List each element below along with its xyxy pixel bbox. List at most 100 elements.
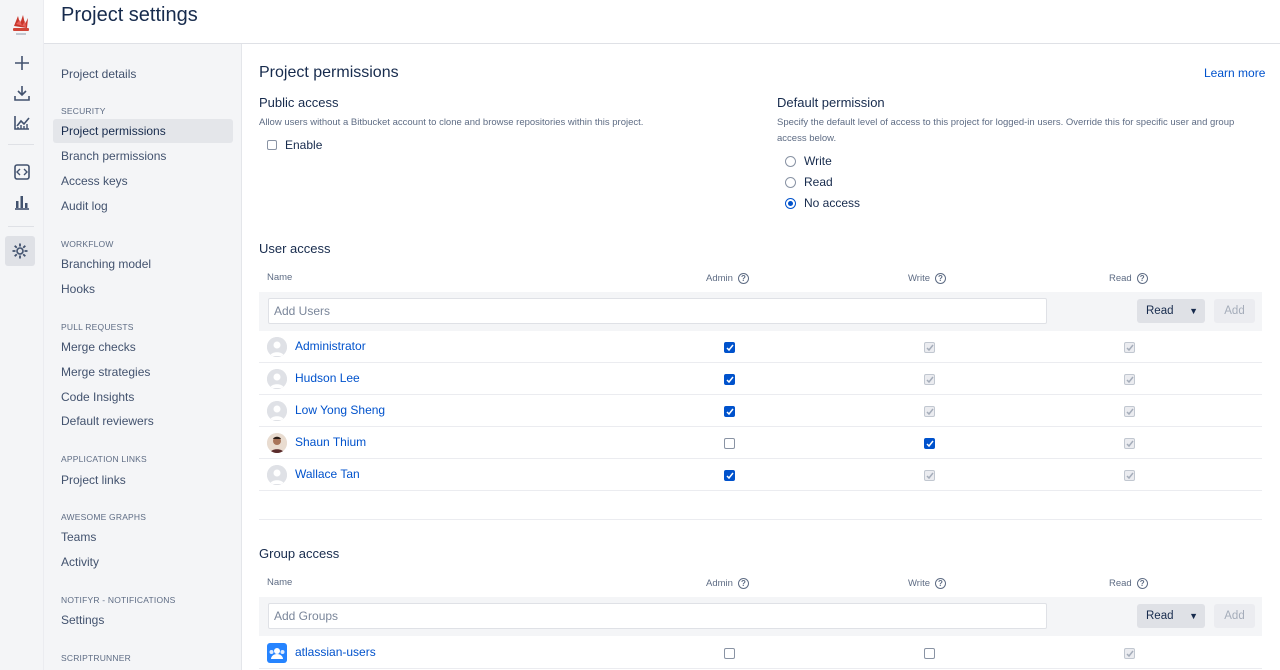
write-checkbox [924,342,935,353]
add-users-input[interactable]: Add Users [268,298,1047,324]
admin-checkbox[interactable] [724,406,735,417]
global-nav-rail [0,0,44,670]
read-checkbox [1124,406,1135,417]
read-checkbox [1124,648,1135,659]
radio-circle[interactable] [785,176,796,188]
sidebar-item-audit-log[interactable]: Audit log [53,194,233,218]
add-groups-input[interactable]: Add Groups [268,603,1047,629]
radio-write-label: Write [804,154,832,168]
sidebar-item-project-links[interactable]: Project links [53,468,233,492]
write-checkbox[interactable] [924,648,935,659]
admin-checkbox[interactable] [724,648,735,659]
sidebar-item-merge-checks[interactable]: Merge checks [53,335,233,359]
sidebar-heading-pull-requests: PULL REQUESTS [61,322,134,332]
column-read: Read? [1109,273,1148,284]
column-name: Name [267,577,293,588]
group-icon [267,643,287,663]
add-users-bar: Add Users Read ▼ Add [259,292,1262,331]
create-icon[interactable] [0,48,44,78]
table-row: atlassian-users [259,637,1262,669]
default-permission-title: Default permission [777,95,885,110]
write-checkbox [924,374,935,385]
app-logo-icon[interactable] [10,12,32,38]
radio-read-label: Read [804,175,833,189]
add-group-button[interactable]: Add [1214,604,1255,628]
column-admin: Admin? [706,273,749,284]
download-icon[interactable] [0,78,44,108]
learn-more-link[interactable]: Learn more [1204,66,1265,80]
add-user-button[interactable]: Add [1214,299,1255,323]
rail-divider [8,144,34,145]
sidebar-item-access-keys[interactable]: Access keys [53,169,233,193]
help-icon[interactable]: ? [737,273,749,284]
sidebar-heading-application-links: APPLICATION LINKS [61,454,147,464]
source-icon[interactable] [0,157,44,187]
sidebar-item-branch-permissions[interactable]: Branch permissions [53,144,233,168]
chevron-down-icon: ▼ [1189,306,1198,316]
help-icon[interactable]: ? [935,273,946,284]
sidebar-heading-awesome-graphs: AWESOME GRAPHS [61,512,147,522]
row-name-link[interactable]: Low Yong Sheng [295,403,385,417]
sidebar-heading-scriptrunner: SCRIPTRUNNER [61,653,131,663]
admin-checkbox[interactable] [724,342,735,353]
column-read-label: Read [1109,578,1132,589]
write-checkbox [924,470,935,481]
help-icon[interactable]: ? [935,578,946,589]
settings-gear-icon[interactable] [5,236,35,266]
permission-select-value: Read [1146,610,1174,622]
sidebar-item-project-details[interactable]: Project details [53,62,233,86]
row-name-link[interactable]: Shaun Thium [295,435,366,449]
section-divider [259,519,1262,520]
sidebar-heading-security: SECURITY [61,106,106,116]
read-checkbox [1124,470,1135,481]
radio-write[interactable]: Write [785,154,832,168]
radio-circle[interactable] [785,155,796,167]
user-avatar-photo [267,433,287,453]
admin-checkbox[interactable] [724,470,735,481]
column-admin-label: Admin [706,273,733,284]
column-read: Read? [1109,578,1148,589]
page-title: Project settings [61,4,198,26]
write-checkbox[interactable] [924,438,935,449]
radio-read[interactable]: Read [785,175,833,189]
sidebar-item-code-insights[interactable]: Code Insights [53,385,233,409]
row-name-link[interactable]: Hudson Lee [295,371,360,385]
admin-checkbox[interactable] [724,374,735,385]
sidebar-item-teams[interactable]: Teams [53,525,233,549]
radio-no-access-label: No access [804,196,861,210]
sidebar-item-hooks[interactable]: Hooks [53,277,233,301]
sidebar-item-activity[interactable]: Activity [53,550,233,574]
admin-checkbox[interactable] [724,438,735,449]
default-avatar-icon [267,465,287,485]
permission-select-value: Read [1146,305,1174,317]
permission-select[interactable]: Read ▼ [1137,299,1205,323]
row-name-link[interactable]: Wallace Tan [295,467,360,481]
row-name-link[interactable]: atlassian-users [295,645,376,659]
checkbox-box[interactable] [267,140,277,150]
write-checkbox [924,406,935,417]
column-read-label: Read [1109,273,1132,284]
sidebar-item-settings[interactable]: Settings [53,608,233,632]
sidebar-heading-workflow: WORKFLOW [61,239,114,249]
table-row: Wallace Tan [259,459,1262,491]
help-icon[interactable]: ? [1136,273,1148,284]
sidebar-item-default-reviewers[interactable]: Default reviewers [53,409,233,433]
group-access-title: Group access [259,546,340,561]
permission-select[interactable]: Read ▼ [1137,604,1205,628]
bar-chart-icon[interactable] [0,187,44,217]
default-permission-description: Specify the default level of access to t… [777,115,1267,147]
sidebar-item-merge-strategies[interactable]: Merge strategies [53,360,233,384]
radio-circle-selected[interactable] [785,197,796,209]
settings-sidebar: Project details SECURITY Project permiss… [44,44,242,670]
row-name-link[interactable]: Administrator [295,339,366,353]
column-write: Write? [908,578,946,589]
sidebar-item-project-permissions[interactable]: Project permissions [53,119,233,143]
radio-no-access[interactable]: No access [785,196,860,210]
graph-icon[interactable] [0,107,44,137]
default-avatar-icon [267,369,287,389]
help-icon[interactable]: ? [737,578,749,589]
default-avatar-icon [267,401,287,421]
sidebar-item-branching-model[interactable]: Branching model [53,252,233,276]
help-icon[interactable]: ? [1136,578,1148,589]
public-access-enable-checkbox[interactable]: Enable [267,138,322,152]
